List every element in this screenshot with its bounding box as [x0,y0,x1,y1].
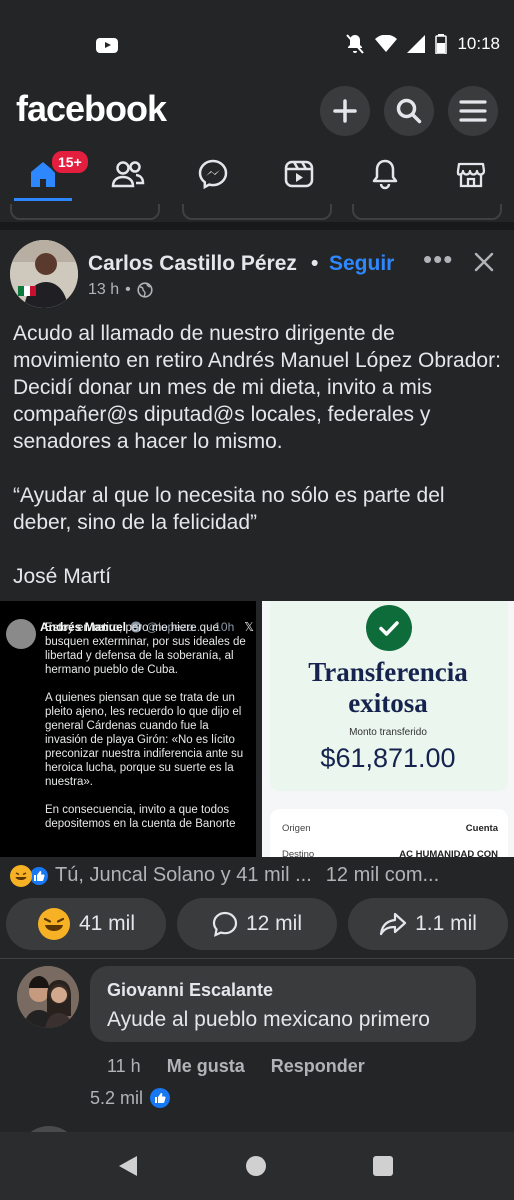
tweet-avatar [6,619,36,649]
tab-bar: 15+ [0,146,514,202]
story-card[interactable] [352,204,502,220]
stories-strip [0,204,514,222]
commenter-avatar[interactable] [17,966,79,1028]
bell-off-icon [346,34,365,54]
post-time[interactable]: 13 h [88,281,119,299]
tab-home[interactable]: 15+ [11,146,90,202]
post-quote: “Ayudar al que lo necesita no sólo es pa… [13,484,445,534]
notifications-icon [372,159,398,190]
post-author[interactable]: Carlos Castillo Pérez [88,252,297,276]
post-image-tweet[interactable]: Andrés Manuel @lopezo... · 10h 𝕏 Estoy e… [0,601,256,857]
react-count: 41 mil [78,912,136,935]
tweet-paragraph: Estoy en retiro, pero me hiere que busqu… [45,622,246,676]
transfer-amount-label: Monto transferido [349,727,427,738]
tweet-body: Estoy en retiro, pero me hiere que busqu… [45,621,253,845]
comment-like-button[interactable]: Me gusta [167,1056,245,1077]
tab-notifications[interactable] [353,146,417,202]
comment-likes[interactable]: 5.2 mil [90,1087,171,1109]
hide-post-button[interactable] [470,248,498,276]
search-button[interactable] [384,86,434,136]
comment-actions: 11 h Me gusta Responder [107,1056,365,1077]
story-card[interactable] [10,204,160,220]
globe-icon [137,282,153,298]
transfer-title-line2: exitosa [348,688,428,718]
recents-icon[interactable] [373,1156,393,1176]
comment-button[interactable]: 12 mil [177,898,337,950]
status-icons: 10:18 [345,33,500,55]
share-icon [379,912,407,936]
story-card[interactable] [182,204,332,220]
comment-icon [212,911,238,937]
marketplace-icon [456,162,486,188]
add-icon [333,99,357,123]
commenter-name[interactable]: Giovanni Escalante [107,980,273,1001]
tab-video[interactable] [267,146,331,202]
feed-separator [0,222,514,230]
facebook-logo[interactable]: facebook [16,88,167,130]
haha-icon [37,908,70,940]
system-nav-bar [0,1132,514,1200]
share-button[interactable]: 1.1 mil [348,898,508,950]
transfer-title-line1: Transferencia [308,657,468,687]
success-check-icon [366,605,412,651]
comment-count: 12 mil [245,912,303,935]
friends-icon [111,161,145,188]
more-options-button[interactable]: ••• [423,244,453,275]
tab-messenger[interactable] [181,146,245,202]
tab-friends[interactable] [96,146,160,202]
author-avatar[interactable] [10,240,78,308]
reactions-summary[interactable]: Tú, Juncal Solano y 41 mil ... 12 mil co… [10,864,504,887]
tweet-paragraph: A quienes piensan que se trata de un ple… [45,692,244,788]
haha-reaction-icon [10,864,32,887]
back-icon[interactable] [117,1154,139,1178]
follow-separator: • [311,252,319,275]
menu-button[interactable] [448,86,498,136]
battery-icon [435,34,448,54]
post-image-transfer[interactable]: Transferencia exitosa Monto transferido … [262,601,514,857]
clock: 10:18 [457,34,500,53]
comment-reply-button[interactable]: Responder [271,1056,365,1077]
comment-time: 11 h [107,1056,141,1076]
origin-label: Origen [282,823,311,834]
tab-marketplace[interactable] [439,146,503,202]
comment-bubble[interactable]: Giovanni Escalante Ayude al pueblo mexic… [90,966,476,1042]
signal-icon [407,35,426,53]
tweet-paragraph: En consecuencia, invito a que todos depo… [45,804,236,830]
divider [0,958,514,959]
transfer-title: Transferencia exitosa [262,657,514,719]
follow-button[interactable]: Seguir [329,252,394,276]
post-meta: 13 h • [88,281,153,299]
comment-likes-count: 5.2 mil [90,1087,144,1108]
reactions-text[interactable]: Tú, Juncal Solano y 41 mil ... [55,864,312,887]
like-reaction-icon [150,1088,171,1108]
meta-dot: • [125,281,131,298]
wifi-icon [375,35,398,52]
search-icon [396,98,422,124]
home-button-icon[interactable] [246,1156,266,1176]
active-tab-indicator [14,198,72,201]
transfer-amount: $61,871.00 [320,743,456,773]
status-bar: 10:18 [0,0,514,80]
notification-badge: 15+ [50,149,90,175]
close-icon [474,252,494,272]
post-paragraph: Acudo al llamado de nuestro dirigente de… [13,322,501,453]
video-icon [284,160,314,188]
youtube-icon [96,38,118,53]
destination-value: AC HUMANIDAD CON [399,849,498,857]
post-body: Acudo al llamado de nuestro dirigente de… [13,320,507,617]
comments-count-text[interactable]: 12 mil com... [326,864,439,887]
origin-value: Cuenta [465,823,498,834]
menu-icon [459,100,487,122]
destination-label: Destino [282,849,315,857]
messenger-icon [198,159,228,190]
create-button[interactable] [320,86,370,136]
share-count: 1.1 mil [415,912,477,935]
react-button[interactable]: 41 mil [6,898,166,950]
post-signature: José Martí [13,565,112,588]
comment-text: Ayude al pueblo mexicano primero [107,1008,430,1031]
